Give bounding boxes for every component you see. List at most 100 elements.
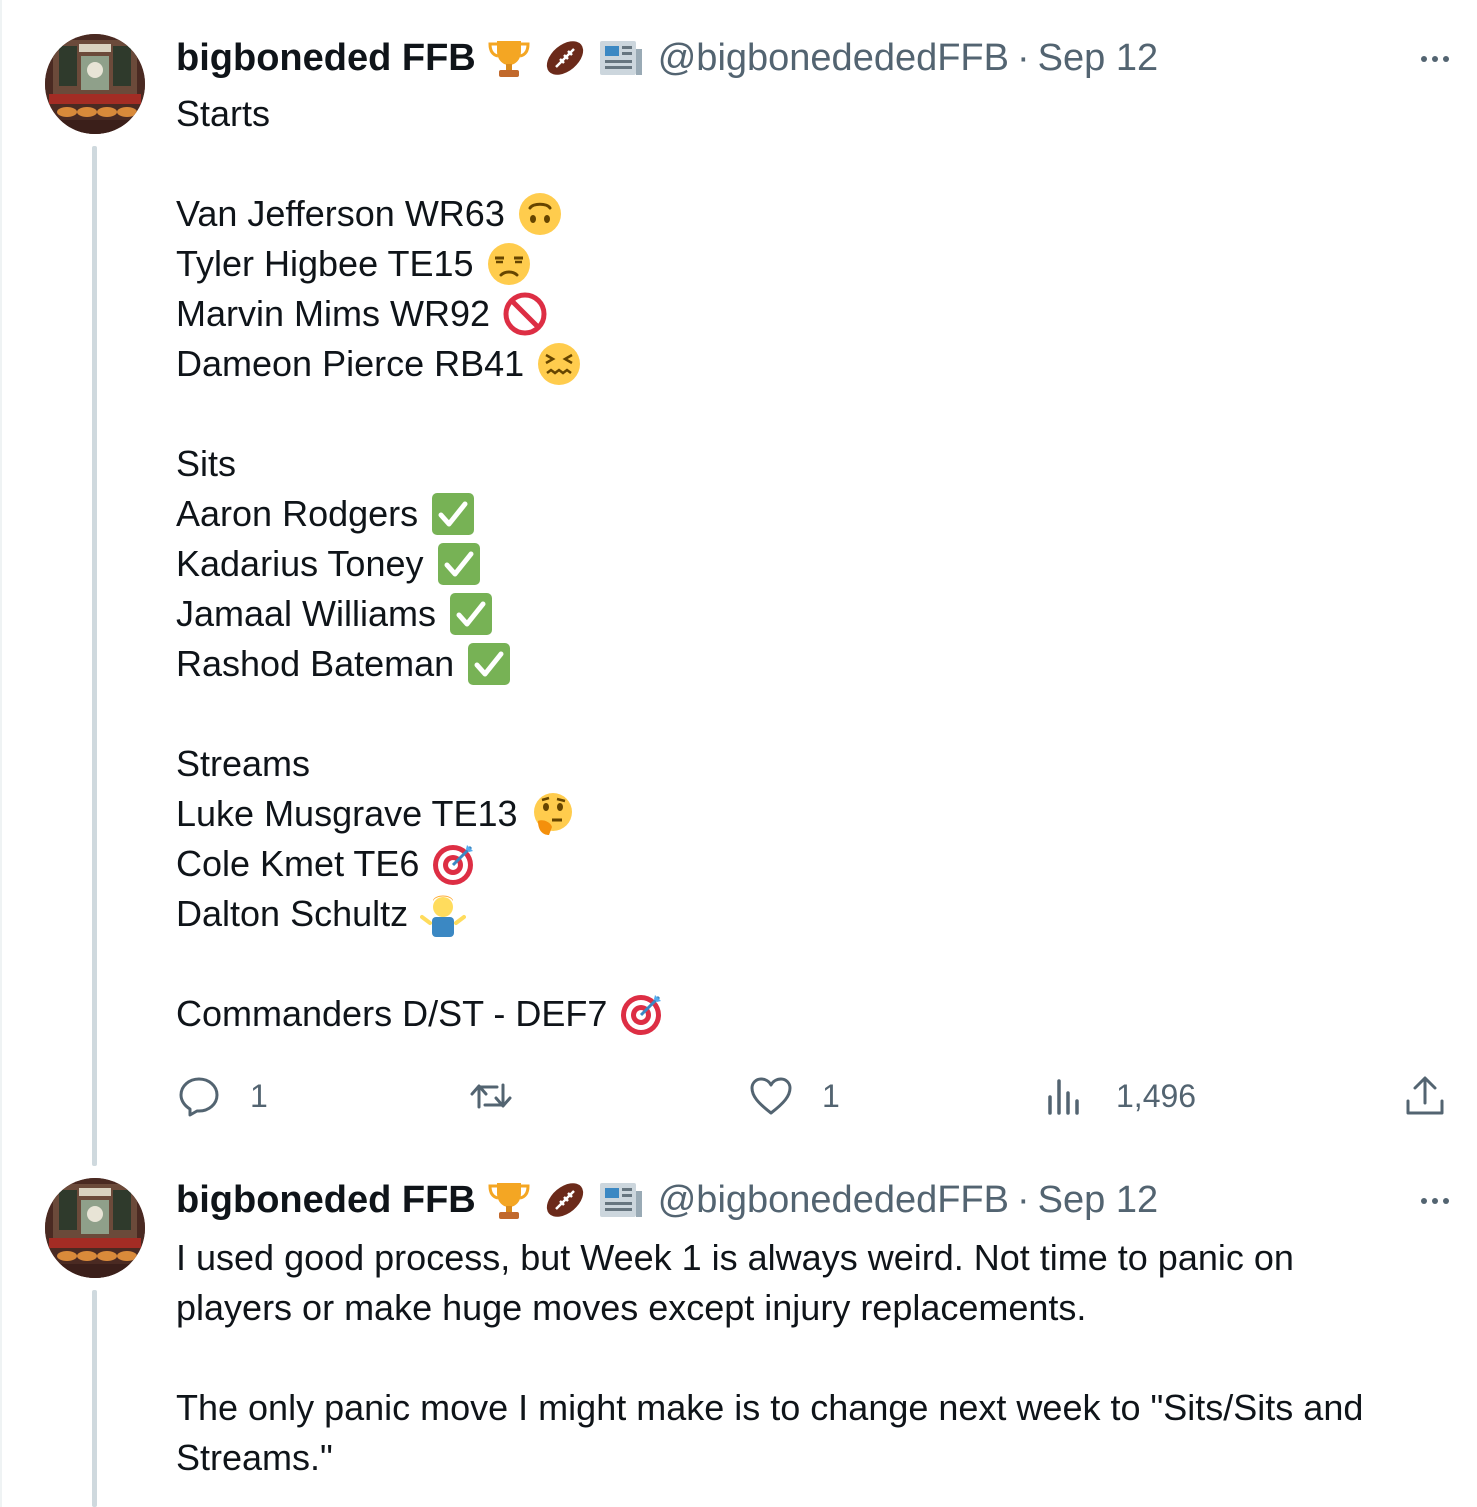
reply-icon	[179, 1077, 219, 1117]
check-mark-button-icon	[468, 643, 511, 685]
like-count: 1	[822, 1077, 840, 1114]
text-line: Streams."	[176, 1433, 1447, 1483]
upside-down-face-icon	[518, 193, 561, 235]
direct-hit-icon	[433, 845, 474, 885]
analytics-icon	[1048, 1079, 1079, 1115]
separator: ·	[1017, 36, 1030, 79]
display-name[interactable]: bigboneded FFB	[176, 37, 476, 80]
line-text: players or make huge moves except injury…	[176, 1287, 1087, 1328]
text-line: Luke Musgrave TE13	[176, 789, 1447, 839]
reply-button[interactable]: 1	[176, 1068, 268, 1124]
thread-line	[92, 146, 97, 1166]
more-options-button[interactable]	[1413, 1186, 1457, 1216]
text-line: Sits	[176, 439, 1447, 489]
more-options-button[interactable]	[1413, 44, 1457, 74]
line-text: The only panic move I might make is to c…	[176, 1387, 1364, 1428]
line-text: Luke Musgrave TE13	[176, 793, 518, 834]
text-line: Jamaal Williams	[176, 589, 1447, 639]
text-line: Dalton Schultz	[176, 889, 1447, 939]
line-text: Sits	[176, 443, 237, 484]
line-text: Rashod Bateman	[176, 643, 455, 684]
tweet-text: Starts Van Jefferson WR63 Tyler Higbee T…	[176, 89, 1447, 1039]
tweet[interactable]: bigboneded FFB @bigbonedededFFB · Sep 12	[0, 1166, 1477, 1507]
more-dot	[1443, 56, 1449, 62]
more-dot	[1443, 1198, 1449, 1204]
newspaper-icon	[599, 1183, 642, 1217]
text-line: Cole Kmet TE6	[176, 839, 1447, 889]
more-dot	[1432, 56, 1438, 62]
heart-icon	[750, 1077, 792, 1115]
line-text: Streams."	[176, 1437, 333, 1478]
line-text: Dameon Pierce RB41	[176, 343, 525, 384]
more-dot	[1421, 56, 1427, 62]
avatar[interactable]	[45, 1178, 145, 1278]
football-icon	[546, 41, 583, 75]
line-text: Kadarius Toney	[176, 543, 424, 584]
repost-icon	[470, 1083, 512, 1109]
text-line: Tyler Higbee TE15	[176, 239, 1447, 289]
share-button[interactable]	[1402, 1068, 1448, 1124]
text-line: Marvin Mims WR92	[176, 289, 1447, 339]
confounded-face-icon	[538, 343, 581, 385]
line-text: Marvin Mims WR92	[176, 293, 491, 334]
text-line: I used good process, but Week 1 is alway…	[176, 1233, 1447, 1283]
direct-hit-icon	[621, 995, 662, 1035]
line-text: Dalton Schultz	[176, 893, 409, 934]
share-icon	[1406, 1076, 1444, 1115]
text-line: Kadarius Toney	[176, 539, 1447, 589]
reply-count: 1	[250, 1077, 268, 1114]
separator: ·	[1017, 1178, 1030, 1221]
trophy-icon	[488, 41, 530, 77]
tweet-header: bigboneded FFB @bigbonedededFFB · Sep 12	[176, 33, 1158, 83]
text-line: The only panic move I might make is to c…	[176, 1383, 1447, 1433]
avatar[interactable]	[45, 34, 145, 134]
text-line: Aaron Rodgers	[176, 489, 1447, 539]
handle[interactable]: @bigbonedededFFB	[658, 37, 1009, 80]
text-line: Streams	[176, 739, 1447, 789]
more-dot	[1421, 1198, 1427, 1204]
more-dot	[1432, 1198, 1438, 1204]
timestamp[interactable]: Sep 12	[1038, 1179, 1158, 1222]
text-line: Dameon Pierce RB41	[176, 339, 1447, 389]
line-text: Starts	[176, 93, 271, 134]
line-text: Van Jefferson WR63	[176, 193, 505, 234]
timestamp[interactable]: Sep 12	[1038, 37, 1158, 80]
handle[interactable]: @bigbonedededFFB	[658, 1179, 1009, 1222]
thinking-face-icon	[533, 793, 572, 835]
person-shrugging-icon	[420, 895, 467, 937]
newspaper-icon	[599, 41, 642, 75]
check-mark-button-icon	[437, 543, 480, 585]
tweet-header: bigboneded FFB @bigbonedededFFB · Sep 12	[176, 1175, 1158, 1225]
text-line: players or make huge moves except injury…	[176, 1283, 1447, 1333]
line-text: Aaron Rodgers	[176, 493, 419, 534]
line-text: Streams	[176, 743, 311, 784]
text-line: Rashod Bateman	[176, 639, 1447, 689]
view-count: 1,496	[1116, 1077, 1197, 1114]
football-icon	[546, 1183, 583, 1217]
unamused-face-icon	[487, 243, 530, 285]
line-text: Cole Kmet TE6	[176, 843, 420, 884]
text-line: Van Jefferson WR63	[176, 189, 1447, 239]
repost-button[interactable]	[468, 1068, 542, 1124]
like-button[interactable]: 1	[748, 1068, 840, 1124]
display-name[interactable]: bigboneded FFB	[176, 1179, 476, 1222]
check-mark-button-icon	[450, 593, 493, 635]
line-text: Jamaal Williams	[176, 593, 437, 634]
thread-line	[92, 1290, 97, 1507]
text-line: Starts	[176, 89, 1447, 139]
tweet[interactable]: bigboneded FFB @bigbonedededFFB · Sep 12	[0, 0, 1477, 1166]
line-text: I used good process, but Week 1 is alway…	[176, 1237, 1294, 1278]
tweet-actions: 1 1 1,496	[176, 1068, 1446, 1124]
trophy-icon	[488, 1183, 530, 1219]
text-line: Commanders D/ST - DEF7	[176, 989, 1447, 1039]
line-text: Commanders D/ST - DEF7	[176, 993, 608, 1034]
views-button[interactable]: 1,496	[1042, 1068, 1196, 1124]
tweet-text: I used good process, but Week 1 is alway…	[176, 1233, 1447, 1483]
line-text: Tyler Higbee TE15	[176, 243, 474, 284]
prohibited-icon	[503, 292, 547, 336]
